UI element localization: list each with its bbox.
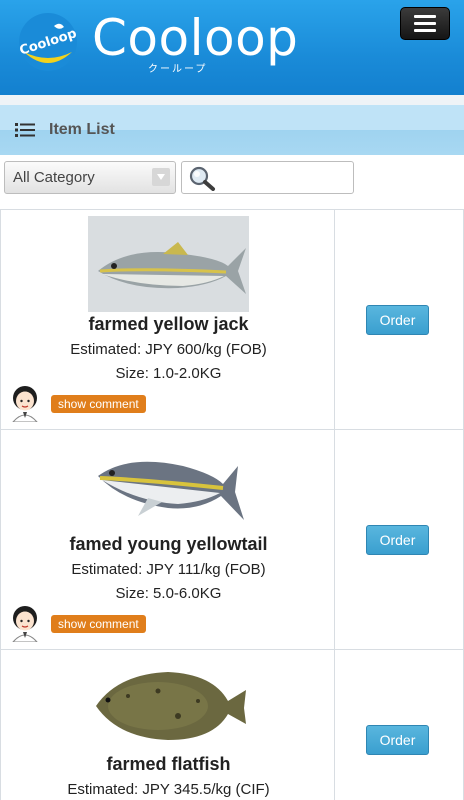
product-info-cell: famed young yellowtail Estimated: JPY 11… xyxy=(0,430,335,649)
category-select[interactable]: All Category xyxy=(4,161,176,194)
magnifier-icon xyxy=(189,166,215,191)
product-order-cell: Order xyxy=(335,430,464,649)
product-list: farmed yellow jack Estimated: JPY 600/kg… xyxy=(0,209,464,800)
product-info-cell: farmed flatfish Estimated: JPY 345.5/kg … xyxy=(0,650,335,800)
hamburger-icon-bar xyxy=(414,22,436,25)
product-size: Size: 1.0-2.0KG xyxy=(115,365,222,382)
product-name: farmed flatfish xyxy=(106,754,231,774)
person-avatar-icon xyxy=(12,606,38,642)
order-button[interactable]: Order xyxy=(366,725,429,755)
yellow-jack-fish-image[interactable] xyxy=(88,216,249,312)
app-logo-kana: クーループ xyxy=(148,64,208,75)
page-title: Item List xyxy=(49,121,115,138)
product-price: Estimated: JPY 345.5/kg (CIF) xyxy=(67,781,270,798)
chevron-down-icon xyxy=(152,168,170,186)
menu-button[interactable] xyxy=(400,7,450,40)
logo-badge-icon: Cooloop xyxy=(18,13,78,71)
show-comment-button[interactable]: show comment xyxy=(51,395,146,413)
flatfish-image[interactable] xyxy=(88,656,249,752)
section-title-bar: Item List xyxy=(0,105,464,155)
list-icon xyxy=(15,123,35,137)
app-header: Cooloop Cooloop クーループ xyxy=(0,0,464,95)
category-select-value: All Category xyxy=(13,169,95,186)
product-row: farmed yellow jack Estimated: JPY 600/kg… xyxy=(0,209,464,429)
product-size: Size: 5.0-6.0KG xyxy=(115,585,222,602)
product-price: Estimated: JPY 111/kg (FOB) xyxy=(71,561,266,578)
filter-row: All Category xyxy=(0,155,464,210)
product-order-cell: Order xyxy=(335,210,464,429)
product-price: Estimated: JPY 600/kg (FOB) xyxy=(70,341,267,358)
hamburger-icon-bar xyxy=(414,15,436,18)
product-row: farmed flatfish Estimated: JPY 345.5/kg … xyxy=(0,649,464,800)
order-button[interactable]: Order xyxy=(366,525,429,555)
header-divider xyxy=(0,95,464,105)
yellowtail-fish-image[interactable] xyxy=(88,436,249,532)
hamburger-icon-bar xyxy=(414,29,436,32)
product-name: farmed yellow jack xyxy=(88,314,249,334)
search-input[interactable] xyxy=(181,161,354,194)
product-row: famed young yellowtail Estimated: JPY 11… xyxy=(0,429,464,649)
product-order-cell: Order xyxy=(335,650,464,800)
order-button[interactable]: Order xyxy=(366,305,429,335)
product-info-cell: farmed yellow jack Estimated: JPY 600/kg… xyxy=(0,210,335,429)
person-avatar-icon xyxy=(12,386,38,422)
product-name: famed young yellowtail xyxy=(69,534,268,554)
show-comment-button[interactable]: show comment xyxy=(51,615,146,633)
